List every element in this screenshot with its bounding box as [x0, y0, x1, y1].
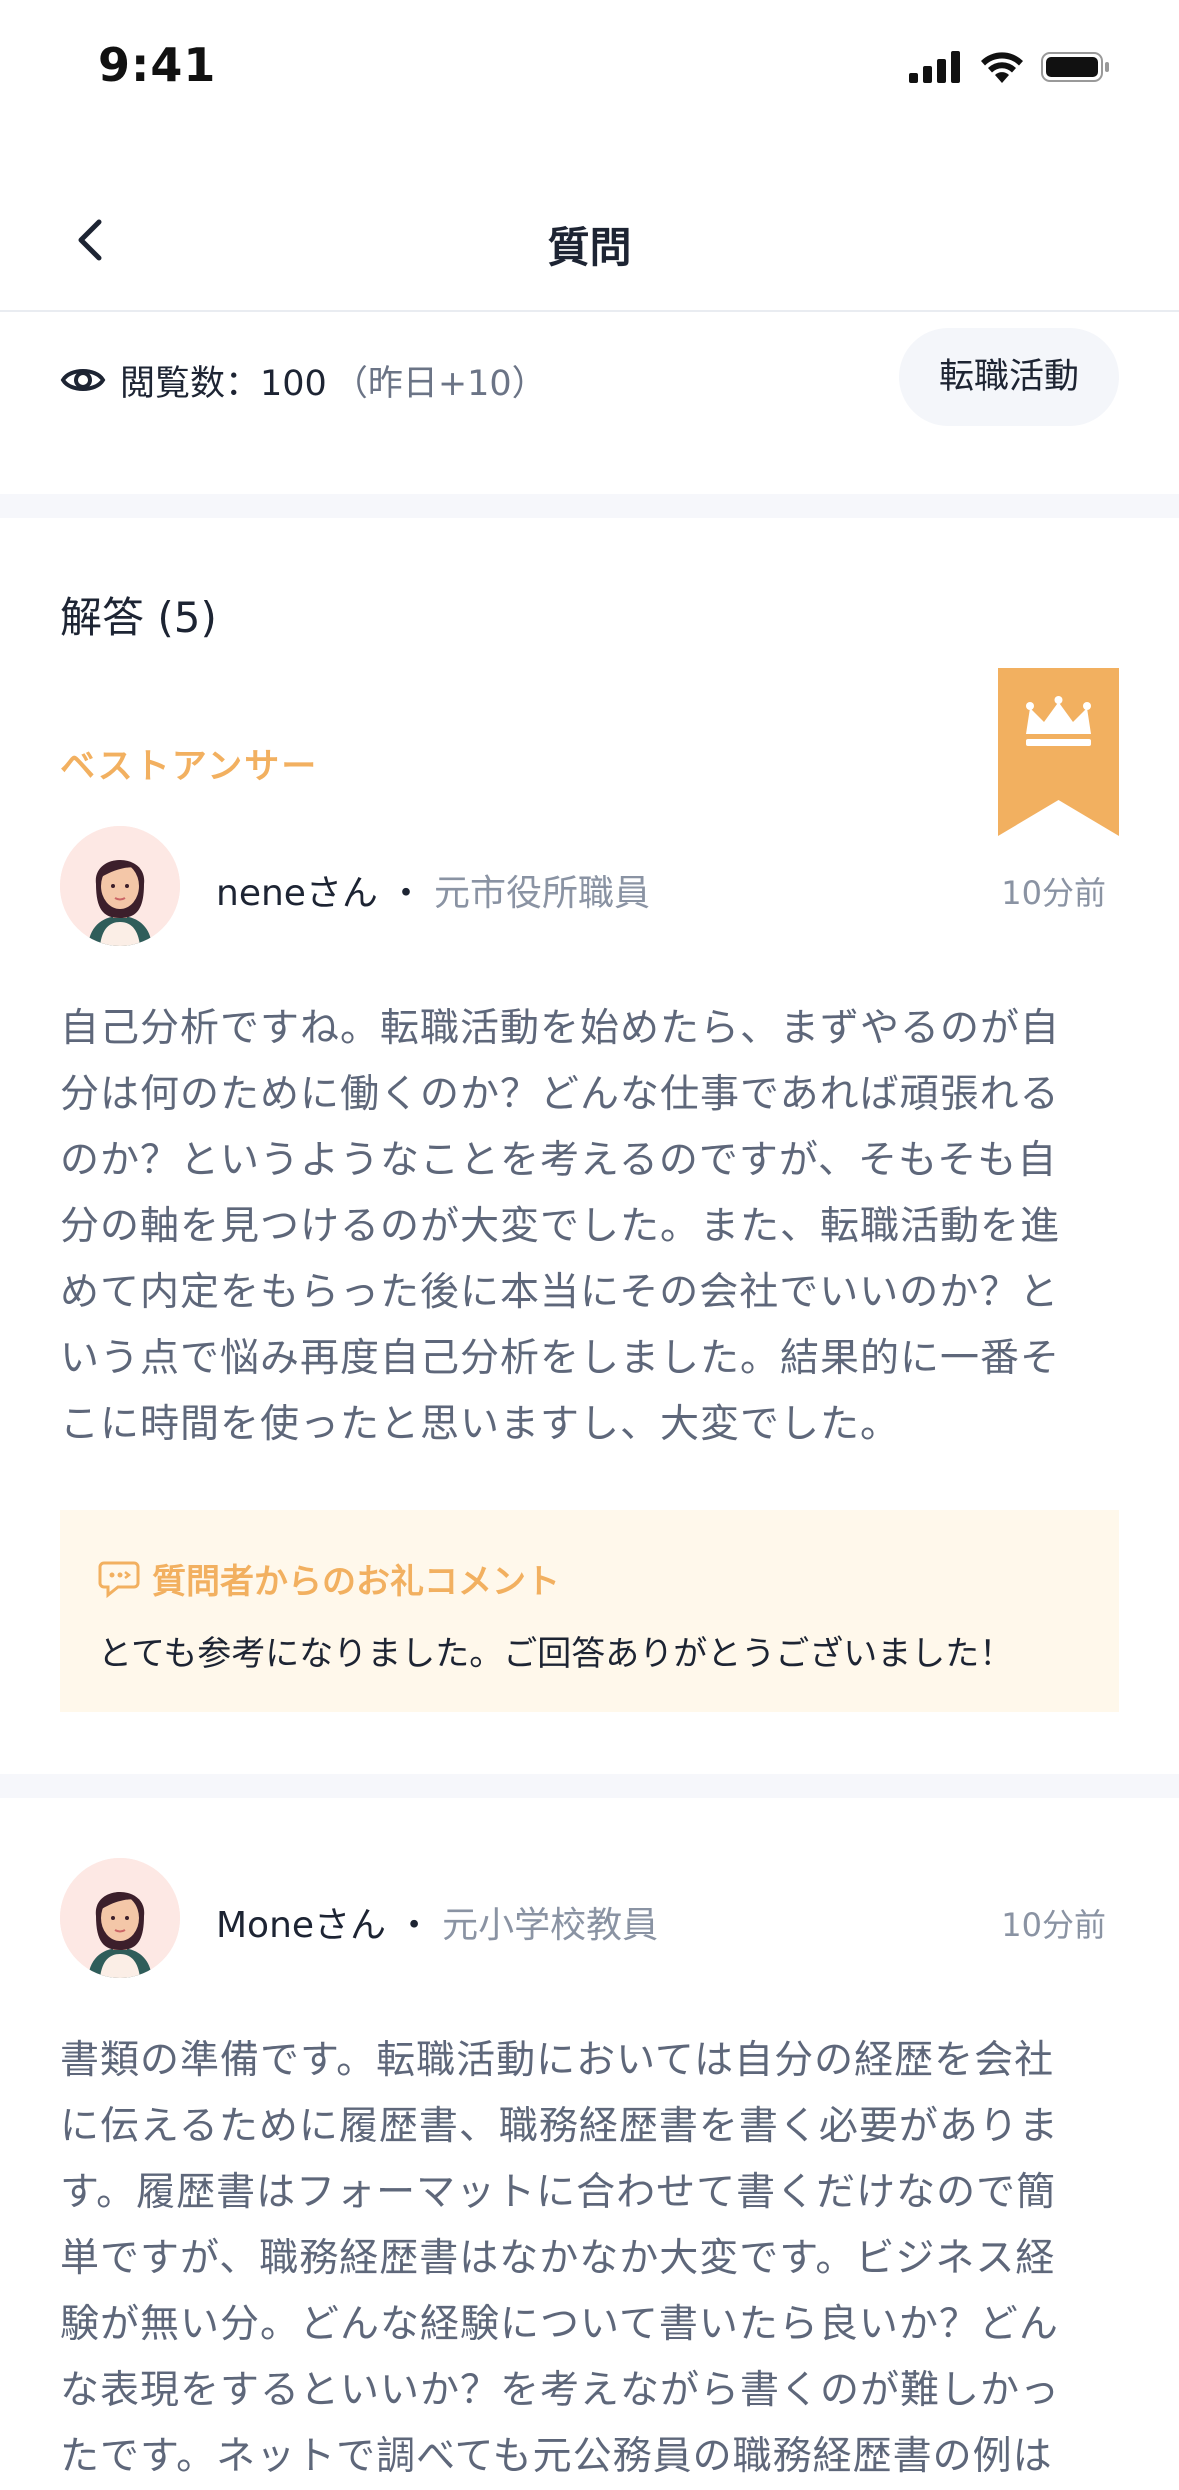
wifi-icon [981, 52, 1023, 83]
user-avatar-icon [60, 1858, 180, 1978]
answer-line: めて内定をもらった後に本当にその会社でいいのか？と [60, 1270, 1060, 1315]
answer-line: こに時間を使ったと思いますし、大変でした。 [60, 1402, 901, 1447]
page-title: 質問 [547, 223, 632, 272]
chat-bubble-icon [98, 1561, 140, 1598]
answer-body: 書類の準備です。転職活動においては自分の経歴を会社 に伝えるために履歴書、職務経… [60, 2028, 1120, 2490]
answer-line: たです。ネットで調べても元公務員の職務経歴書の例は [60, 2434, 1053, 2479]
eye-icon [60, 369, 106, 391]
question-meta: 閲覧数：100 （昨日+10） 転職活動 [0, 312, 1179, 497]
avatar[interactable] [60, 826, 180, 946]
author-info: Moneさん ・ 元小学校教員 [216, 1896, 658, 1948]
author-name[interactable]: Moneさん [216, 1896, 386, 1948]
answer-line: 自己分析ですね。転職活動を始めたら、まずやるのが自 [60, 1006, 1061, 1051]
answer-line: 分は何のために働くのか？どんな仕事であれば頑張れる [60, 1072, 1060, 1117]
answer-line: 単ですが、職務経歴書はなかなか大変です。ビジネス経 [60, 2236, 1056, 2281]
author-separator: ・ [387, 873, 424, 914]
thanks-title-text: 質問者からのお礼コメント [152, 1562, 560, 1602]
section-divider [0, 494, 1179, 518]
battery-icon [1041, 52, 1109, 82]
user-avatar-icon [60, 826, 180, 946]
author-separator: ・ [396, 1905, 433, 1946]
author-role: 元市役所職員 [433, 873, 650, 914]
answer-line: す。履歴書はフォーマットに合わせて書くだけなので簡 [60, 2170, 1057, 2215]
view-count: 閲覧数：100 （昨日+10） [60, 350, 547, 410]
answer-header: Moneさん ・ 元小学校教員 10分前 [60, 1858, 1120, 1978]
answer-time: 10分前 [1001, 874, 1106, 912]
answer-line: 書類の準備です。転職活動においては自分の経歴を会社 [60, 2038, 1055, 2083]
author-name[interactable]: neneさん [216, 864, 378, 916]
answer-line: 分の軸を見つけるのが大変でした。また、転職活動を進 [60, 1204, 1061, 1249]
answer-line: な表現をするといいか？を考えながら書くのが難しかっ [60, 2368, 1061, 2413]
thanks-comment-box: 質問者からのお礼コメント とても参考になりました。ご回答ありがとうございました！ [60, 1510, 1119, 1712]
views-label: 閲覧数：100 [120, 363, 327, 404]
section-divider [0, 1774, 1179, 1798]
views-delta: （昨日+10） [332, 363, 547, 404]
answer-line: いう点で悩み再度自己分析をしました。結果的に一番そ [60, 1336, 1061, 1381]
answer-line: のか？というようなことを考えるのですが、そもそも自 [60, 1138, 1058, 1183]
answer-header: neneさん ・ 元市役所職員 10分前 [60, 826, 1120, 946]
author-info: neneさん ・ 元市役所職員 [216, 864, 650, 916]
category-tag[interactable]: 転職活動 [898, 328, 1119, 426]
author-role: 元小学校教員 [442, 1905, 659, 1946]
thanks-title: 質問者からのお礼コメント [98, 1554, 560, 1603]
answer-time: 10分前 [1001, 1906, 1106, 1944]
cellular-signal-icon [909, 51, 960, 83]
status-time: 9:41 [98, 38, 217, 92]
navigation-bar: 質問 [0, 170, 1179, 312]
best-answer-label: ベストアンサー [60, 747, 319, 787]
status-icons [909, 50, 1111, 84]
status-bar: 9:41 [0, 0, 1179, 140]
avatar[interactable] [60, 1858, 180, 1978]
best-answer-ribbon [998, 668, 1119, 836]
answers-heading: 解答 (5) [60, 593, 217, 642]
answer-body: 自己分析ですね。転職活動を始めたら、まずやるのが自 分は何のために働くのか？どん… [60, 996, 1120, 1458]
answer-line: に伝えるために履歴書、職務経歴書を書く必要がありま [60, 2104, 1059, 2149]
answer-line: 験が無い分。どんな経験について書いたら良いか？どん [60, 2302, 1059, 2347]
thanks-text: とても参考になりました。ご回答ありがとうございました！ [98, 1634, 1014, 1674]
